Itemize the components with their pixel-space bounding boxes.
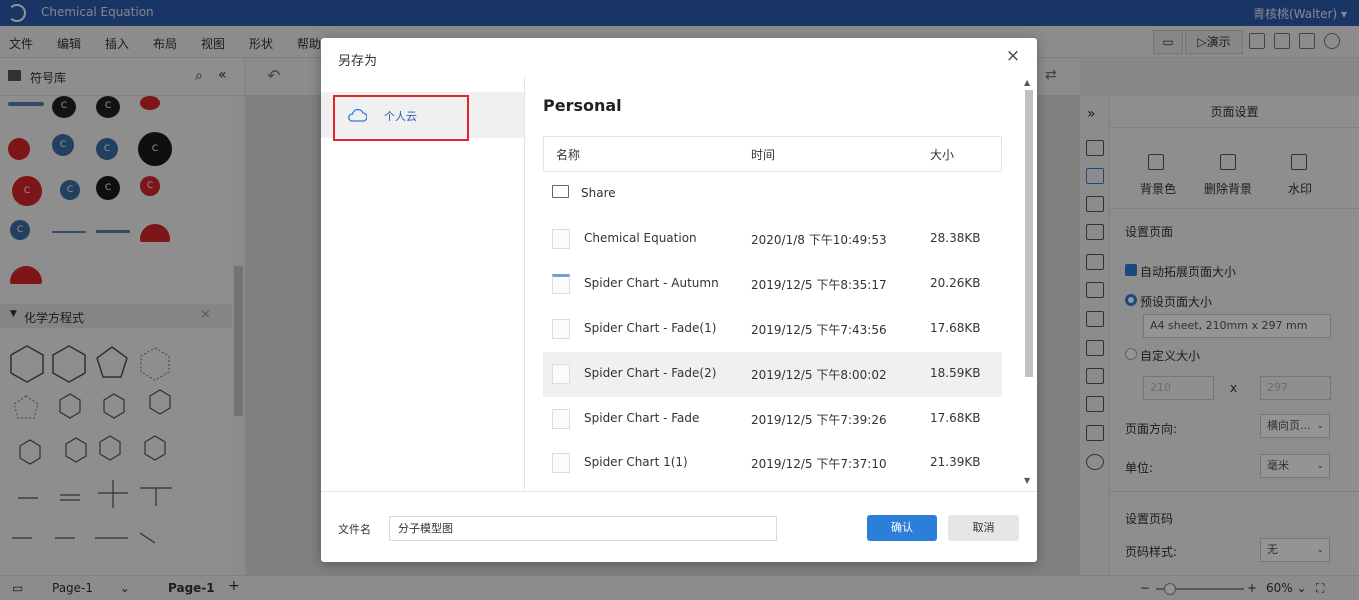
table-row[interactable]: Spider Chart 1(1) 2019/12/5 下午7:37:10 21… <box>543 441 1002 486</box>
table-row[interactable]: Spider Chart - Fade(1) 2019/12/5 下午7:43:… <box>543 307 1002 352</box>
file-list-scrollbar[interactable]: ▲ ▼ <box>1021 76 1037 491</box>
confirm-button[interactable]: 确认 <box>867 515 937 541</box>
row-size: 17.68KB <box>930 411 981 425</box>
row-time: 2019/12/5 下午7:39:26 <box>751 413 887 427</box>
row-name: Chemical Equation <box>584 231 697 245</box>
scroll-up-icon[interactable]: ▲ <box>1024 78 1030 87</box>
row-time: 2020/1/8 下午10:49:53 <box>751 233 887 247</box>
table-row[interactable]: Spider Chart - Autumn 2019/12/5 下午8:35:1… <box>543 262 1002 307</box>
row-size: 28.38KB <box>930 231 981 245</box>
scroll-down-icon[interactable]: ▼ <box>1024 476 1030 485</box>
table-row[interactable]: Spider Chart - Fade 2019/12/5 下午7:39:26 … <box>543 397 1002 442</box>
file-thumbnail-icon <box>552 319 570 339</box>
row-name: Spider Chart - Fade(2) <box>584 366 717 380</box>
folder-heading: Personal <box>543 96 622 115</box>
row-size: 18.59KB <box>930 366 981 380</box>
scrollbar-thumb[interactable] <box>1025 90 1033 377</box>
table-row[interactable]: Share <box>543 172 1002 217</box>
annotation-highlight-box <box>333 95 469 141</box>
location-sidebar: 个人云 <box>321 76 525 491</box>
row-name: Spider Chart - Fade(1) <box>584 321 717 335</box>
file-thumbnail-icon <box>552 274 570 294</box>
close-icon[interactable]: × <box>1005 48 1021 65</box>
file-thumbnail-icon <box>552 453 570 473</box>
row-size: 20.26KB <box>930 276 981 290</box>
col-size-header[interactable]: 大小 <box>930 146 954 163</box>
table-header: 名称 时间 大小 <box>543 136 1002 172</box>
save-as-dialog: 另存为 × 个人云 Personal 名称 时间 大小 Share Chemic… <box>321 38 1037 562</box>
row-size: 17.68KB <box>930 321 981 335</box>
col-time-header[interactable]: 时间 <box>751 146 775 163</box>
folder-icon <box>552 185 569 198</box>
file-thumbnail-icon <box>552 409 570 429</box>
row-time: 2019/12/5 下午7:43:56 <box>751 323 887 337</box>
dialog-footer: 文件名 分子模型图 确认 取消 <box>321 491 1037 562</box>
table-row[interactable]: Chemical Equation 2020/1/8 下午10:49:53 28… <box>543 217 1002 262</box>
row-name: Spider Chart - Fade <box>584 411 700 425</box>
col-name-header[interactable]: 名称 <box>556 146 580 163</box>
row-time: 2019/12/5 下午8:00:02 <box>751 368 887 382</box>
table-row-hovered[interactable]: Spider Chart - Fade(2) 2019/12/5 下午8:00:… <box>543 352 1002 397</box>
file-thumbnail-icon <box>552 229 570 249</box>
file-thumbnail-icon <box>552 364 570 384</box>
row-time: 2019/12/5 下午8:35:17 <box>751 278 887 292</box>
row-name: Share <box>581 186 616 200</box>
file-browser: Personal 名称 时间 大小 Share Chemical Equatio… <box>525 76 1037 491</box>
filename-label: 文件名 <box>338 523 371 536</box>
row-name: Spider Chart 1(1) <box>584 455 688 469</box>
filename-input[interactable]: 分子模型图 <box>389 516 777 541</box>
row-name: Spider Chart - Autumn <box>584 276 719 290</box>
row-size: 21.39KB <box>930 455 981 469</box>
cancel-button[interactable]: 取消 <box>948 515 1019 541</box>
dialog-title: 另存为 <box>338 54 378 69</box>
row-time: 2019/12/5 下午7:37:10 <box>751 457 887 471</box>
